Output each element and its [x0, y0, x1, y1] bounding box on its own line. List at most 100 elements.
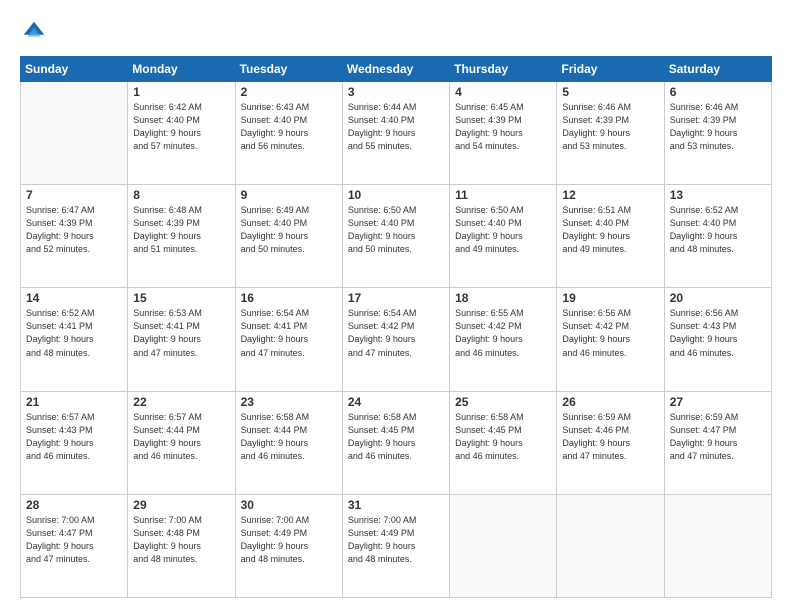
day-cell: 9Sunrise: 6:49 AM Sunset: 4:40 PM Daylig… — [235, 185, 342, 288]
day-number: 7 — [26, 188, 122, 202]
week-row-0: 1Sunrise: 6:42 AM Sunset: 4:40 PM Daylig… — [21, 82, 772, 185]
day-number: 2 — [241, 85, 337, 99]
day-cell: 15Sunrise: 6:53 AM Sunset: 4:41 PM Dayli… — [128, 288, 235, 391]
day-cell — [450, 494, 557, 597]
day-info: Sunrise: 7:00 AM Sunset: 4:47 PM Dayligh… — [26, 514, 122, 566]
day-number: 29 — [133, 498, 229, 512]
day-info: Sunrise: 6:43 AM Sunset: 4:40 PM Dayligh… — [241, 101, 337, 153]
day-info: Sunrise: 6:58 AM Sunset: 4:44 PM Dayligh… — [241, 411, 337, 463]
day-number: 31 — [348, 498, 444, 512]
day-info: Sunrise: 6:55 AM Sunset: 4:42 PM Dayligh… — [455, 307, 551, 359]
day-info: Sunrise: 6:50 AM Sunset: 4:40 PM Dayligh… — [348, 204, 444, 256]
day-cell: 12 Sunrise: 6:51 AM Sunset: 4:40 PM Dayli… — [557, 185, 664, 288]
page: SundayMondayTuesdayWednesdayThursdayFrid… — [0, 0, 792, 612]
day-cell — [557, 494, 664, 597]
day-number: 23 — [241, 395, 337, 409]
day-info: Sunrise: 6:52 AM Sunset: 4:41 PM Dayligh… — [26, 307, 122, 359]
day-info: Sunrise: 6:50 AM Sunset: 4:40 PM Dayligh… — [455, 204, 551, 256]
day-info: Sunrise: 6:56 AM Sunset: 4:43 PM Dayligh… — [670, 307, 766, 359]
day-number: 12 — [562, 188, 658, 202]
day-cell: 26 Sunrise: 6:59 AM Sunset: 4:46 PM Dayli… — [557, 391, 664, 494]
day-cell: 23 Sunrise: 6:58 AM Sunset: 4:44 PM Dayli… — [235, 391, 342, 494]
day-cell: 17Sunrise: 6:54 AM Sunset: 4:42 PM Dayli… — [342, 288, 449, 391]
day-number: 27 — [670, 395, 766, 409]
day-number: 11 — [455, 188, 551, 202]
calendar-header-row: SundayMondayTuesdayWednesdayThursdayFrid… — [21, 57, 772, 82]
day-info: Sunrise: 6:45 AM Sunset: 4:39 PM Dayligh… — [455, 101, 551, 153]
day-cell: 29Sunrise: 7:00 AM Sunset: 4:48 PM Dayli… — [128, 494, 235, 597]
day-cell: 5Sunrise: 6:46 AM Sunset: 4:39 PM Daylig… — [557, 82, 664, 185]
day-number: 5 — [562, 85, 658, 99]
day-cell: 28 Sunrise: 7:00 AM Sunset: 4:47 PM Dayli… — [21, 494, 128, 597]
day-cell: 13 Sunrise: 6:52 AM Sunset: 4:40 PM Dayli… — [664, 185, 771, 288]
day-info: Sunrise: 6:59 AM Sunset: 4:46 PM Dayligh… — [562, 411, 658, 463]
day-number: 24 — [348, 395, 444, 409]
day-info: Sunrise: 6:56 AM Sunset: 4:42 PM Dayligh… — [562, 307, 658, 359]
header-cell-friday: Friday — [557, 57, 664, 82]
week-row-4: 28 Sunrise: 7:00 AM Sunset: 4:47 PM Dayli… — [21, 494, 772, 597]
day-cell: 4 Sunrise: 6:45 AM Sunset: 4:39 PM Daylig… — [450, 82, 557, 185]
day-info: Sunrise: 6:52 AM Sunset: 4:40 PM Dayligh… — [670, 204, 766, 256]
day-info: Sunrise: 6:54 AM Sunset: 4:41 PM Dayligh… — [241, 307, 337, 359]
day-number: 28 — [26, 498, 122, 512]
day-cell — [21, 82, 128, 185]
day-cell: 8 Sunrise: 6:48 AM Sunset: 4:39 PM Daylig… — [128, 185, 235, 288]
day-number: 4 — [455, 85, 551, 99]
day-number: 25 — [455, 395, 551, 409]
day-cell: 31 Sunrise: 7:00 AM Sunset: 4:49 PM Dayli… — [342, 494, 449, 597]
day-cell: 7Sunrise: 6:47 AM Sunset: 4:39 PM Daylig… — [21, 185, 128, 288]
day-cell: 14 Sunrise: 6:52 AM Sunset: 4:41 PM Dayli… — [21, 288, 128, 391]
day-info: Sunrise: 6:46 AM Sunset: 4:39 PM Dayligh… — [670, 101, 766, 153]
day-cell: 11 Sunrise: 6:50 AM Sunset: 4:40 PM Dayli… — [450, 185, 557, 288]
day-cell: 21 Sunrise: 6:57 AM Sunset: 4:43 PM Dayli… — [21, 391, 128, 494]
day-number: 9 — [241, 188, 337, 202]
week-row-1: 7Sunrise: 6:47 AM Sunset: 4:39 PM Daylig… — [21, 185, 772, 288]
calendar: SundayMondayTuesdayWednesdayThursdayFrid… — [20, 56, 772, 598]
day-number: 3 — [348, 85, 444, 99]
day-cell: 27Sunrise: 6:59 AM Sunset: 4:47 PM Dayli… — [664, 391, 771, 494]
calendar-body: 1Sunrise: 6:42 AM Sunset: 4:40 PM Daylig… — [21, 82, 772, 598]
header-cell-tuesday: Tuesday — [235, 57, 342, 82]
day-cell: 18 Sunrise: 6:55 AM Sunset: 4:42 PM Dayli… — [450, 288, 557, 391]
day-number: 1 — [133, 85, 229, 99]
day-cell — [664, 494, 771, 597]
day-number: 18 — [455, 291, 551, 305]
day-number: 21 — [26, 395, 122, 409]
day-info: Sunrise: 7:00 AM Sunset: 4:49 PM Dayligh… — [348, 514, 444, 566]
day-cell: 19 Sunrise: 6:56 AM Sunset: 4:42 PM Dayli… — [557, 288, 664, 391]
header-cell-wednesday: Wednesday — [342, 57, 449, 82]
day-cell: 6 Sunrise: 6:46 AM Sunset: 4:39 PM Daylig… — [664, 82, 771, 185]
day-cell: 10 Sunrise: 6:50 AM Sunset: 4:40 PM Dayli… — [342, 185, 449, 288]
day-number: 14 — [26, 291, 122, 305]
header-cell-thursday: Thursday — [450, 57, 557, 82]
day-cell: 20 Sunrise: 6:56 AM Sunset: 4:43 PM Dayli… — [664, 288, 771, 391]
day-number: 6 — [670, 85, 766, 99]
day-info: Sunrise: 6:51 AM Sunset: 4:40 PM Dayligh… — [562, 204, 658, 256]
day-number: 16 — [241, 291, 337, 305]
day-cell: 1Sunrise: 6:42 AM Sunset: 4:40 PM Daylig… — [128, 82, 235, 185]
logo — [20, 18, 52, 46]
day-info: Sunrise: 6:53 AM Sunset: 4:41 PM Dayligh… — [133, 307, 229, 359]
day-number: 17 — [348, 291, 444, 305]
day-cell: 24Sunrise: 6:58 AM Sunset: 4:45 PM Dayli… — [342, 391, 449, 494]
day-cell: 3 Sunrise: 6:44 AM Sunset: 4:40 PM Daylig… — [342, 82, 449, 185]
day-info: Sunrise: 6:57 AM Sunset: 4:43 PM Dayligh… — [26, 411, 122, 463]
day-info: Sunrise: 6:44 AM Sunset: 4:40 PM Dayligh… — [348, 101, 444, 153]
header-cell-sunday: Sunday — [21, 57, 128, 82]
day-number: 13 — [670, 188, 766, 202]
day-number: 26 — [562, 395, 658, 409]
logo-icon — [20, 18, 48, 46]
day-cell: 22Sunrise: 6:57 AM Sunset: 4:44 PM Dayli… — [128, 391, 235, 494]
day-number: 8 — [133, 188, 229, 202]
day-info: Sunrise: 6:58 AM Sunset: 4:45 PM Dayligh… — [455, 411, 551, 463]
day-cell: 30Sunrise: 7:00 AM Sunset: 4:49 PM Dayli… — [235, 494, 342, 597]
week-row-2: 14 Sunrise: 6:52 AM Sunset: 4:41 PM Dayli… — [21, 288, 772, 391]
day-cell: 25 Sunrise: 6:58 AM Sunset: 4:45 PM Dayli… — [450, 391, 557, 494]
week-row-3: 21 Sunrise: 6:57 AM Sunset: 4:43 PM Dayli… — [21, 391, 772, 494]
day-number: 20 — [670, 291, 766, 305]
day-info: Sunrise: 6:48 AM Sunset: 4:39 PM Dayligh… — [133, 204, 229, 256]
day-cell: 2 Sunrise: 6:43 AM Sunset: 4:40 PM Daylig… — [235, 82, 342, 185]
day-number: 19 — [562, 291, 658, 305]
day-number: 10 — [348, 188, 444, 202]
header — [20, 18, 772, 46]
